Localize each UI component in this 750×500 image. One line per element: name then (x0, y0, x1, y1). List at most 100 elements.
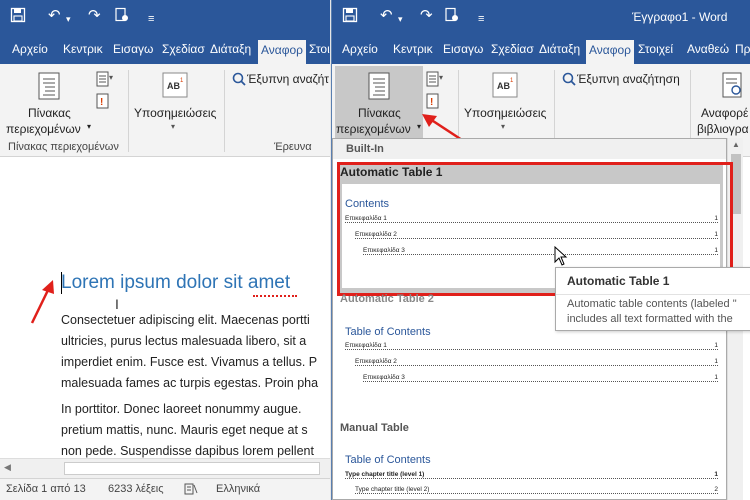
tab-references[interactable]: Αναφορ (258, 40, 307, 64)
redo-icon[interactable]: ↷ (420, 7, 433, 25)
preview-heading: Table of Contents (345, 326, 431, 338)
word-count[interactable]: 6233 λέξεις (108, 483, 164, 495)
tooltip: Automatic Table 1 Automatic table conten… (555, 267, 750, 331)
preview-row: Type chapter title (level 2) 2 (355, 486, 718, 494)
footnote-icon-text: AB (167, 81, 180, 91)
undo-icon[interactable]: ↶ (380, 7, 393, 25)
add-text-icon[interactable]: ▾ (426, 70, 446, 93)
tab-mailings[interactable]: Στοιχεί (638, 42, 673, 56)
touch-mode-icon[interactable] (114, 7, 130, 28)
tab-design[interactable]: Σχεδίασ (162, 42, 205, 56)
manual-table-title[interactable]: Manual Table (340, 422, 409, 434)
tab-file[interactable]: Αρχείο (342, 42, 378, 56)
paragraph-line: malesuada fames ac turpis egestas. Proin… (61, 376, 319, 390)
ribbon-separator (224, 70, 225, 152)
smart-lookup-label[interactable]: Έξυπνη αναζήτ (247, 72, 329, 86)
spelling-squiggle (253, 294, 297, 297)
scroll-left-icon[interactable]: ◀ (4, 462, 11, 473)
smart-lookup-label[interactable]: Έξυπνη αναζήτηση (577, 72, 680, 86)
word-window-right: ↶ ▾ ↷ ≡ Έγγραφο1 - Word Αρχείο Κεντρικ Ε… (331, 0, 750, 500)
insert-footnote-icon[interactable]: AB 1 (162, 72, 188, 103)
svg-text:▾: ▾ (109, 73, 113, 82)
tab-file[interactable]: Αρχείο (12, 42, 48, 56)
toc-button-label-line1[interactable]: Πίνακας (28, 106, 71, 120)
tab-home[interactable]: Κεντρικ (393, 42, 433, 56)
smart-lookup-icon[interactable] (562, 72, 576, 91)
automatic-table-2-title[interactable]: Automatic Table 2 (340, 293, 434, 305)
preview-row: Type chapter title (level 1) 1 (345, 471, 718, 479)
paragraph-line: Consectetuer adipiscing elit. Maecenas p… (61, 313, 310, 327)
horizontal-scrollbar[interactable]: ◀ (0, 458, 330, 478)
toc-button-label-line1[interactable]: Πίνακας (358, 106, 401, 120)
toc-button-label-line2[interactable]: περιεχομένων (6, 122, 81, 136)
update-table-icon[interactable]: ! (96, 92, 112, 115)
tooltip-divider (556, 294, 750, 295)
svg-text:!: ! (430, 97, 433, 108)
table-of-contents-icon[interactable] (38, 72, 60, 105)
save-icon[interactable] (342, 7, 358, 28)
status-bar: Σελίδα 1 από 13 6233 λέξεις Ελληνικά (0, 478, 330, 500)
footnotes-label[interactable]: Υποσημειώσεις (134, 106, 216, 120)
save-icon[interactable] (10, 7, 26, 28)
tab-design[interactable]: Σχεδίασ (491, 42, 534, 56)
scrollbar-thumb[interactable] (64, 462, 320, 475)
tab-home[interactable]: Κεντρικ (63, 42, 103, 56)
tab-insert[interactable]: Εισαγω (113, 42, 153, 56)
touch-mode-icon[interactable] (444, 7, 460, 28)
quick-access-toolbar: ↶ ▾ ↷ ≡ (0, 0, 330, 36)
chevron-down-icon[interactable]: ▾ (171, 122, 175, 131)
tab-insert[interactable]: Εισαγω (443, 42, 483, 56)
customize-toolbar-icon[interactable]: ≡ (478, 10, 484, 28)
tooltip-line: Automatic table contents (labeled " (567, 298, 737, 310)
tab-mailings[interactable]: Στοιχε (309, 42, 330, 56)
footnotes-label[interactable]: Υποσημειώσεις (464, 106, 546, 120)
text-cursor (61, 272, 62, 294)
insert-citation-icon[interactable] (722, 72, 744, 103)
table-of-contents-icon[interactable] (368, 72, 390, 105)
preview-row: Επικεφαλίδα 31 (363, 374, 718, 382)
tab-layout[interactable]: Διάταξη (539, 42, 580, 56)
svg-text:!: ! (100, 97, 103, 108)
page-count[interactable]: Σελίδα 1 από 13 (6, 483, 86, 495)
toc-group-label: Πίνακας περιεχομένων (8, 141, 119, 153)
paragraph-line: ultricies, purus lectus malesuada libero… (61, 334, 307, 348)
gallery-section-header (333, 139, 726, 159)
tab-references[interactable]: Αναφορ (586, 40, 635, 64)
word-window-left: ↶ ▾ ↷ ≡ Αρχείο Κεντρικ Εισαγω Σχεδίασ Δι… (0, 0, 330, 500)
research-group-label: Έρευνα (274, 141, 312, 153)
quick-access-toolbar: ↶ ▾ ↷ ≡ Έγγραφο1 - Word (332, 0, 750, 36)
redo-icon[interactable]: ↷ (88, 7, 101, 25)
ribbon: Πίνακας περιεχομένων ▾ ▾ ! Πίνακας περιε… (0, 64, 330, 157)
chevron-down-icon[interactable]: ▾ (87, 122, 91, 131)
document-page[interactable]: Lorem ipsum dolor sit amet I Consectetue… (0, 158, 330, 458)
preview-row: Επικεφαλίδα 11 (345, 342, 718, 350)
scroll-up-icon[interactable]: ▲ (732, 140, 740, 149)
undo-dropdown-icon[interactable]: ▾ (66, 10, 71, 28)
preview-heading: Table of Contents (345, 454, 431, 466)
ribbon-tabs: Αρχείο Κεντρικ Εισαγω Σχεδίασ Διάταξη Αν… (0, 36, 330, 64)
paragraph-line: pretium mattis, nunc. Mauris eget neque … (61, 423, 308, 437)
undo-dropdown-icon[interactable]: ▾ (398, 10, 403, 28)
mouse-pointer-icon (554, 246, 568, 266)
undo-icon[interactable]: ↶ (48, 7, 61, 25)
citations-label-line2[interactable]: βιβλιογρα (697, 122, 749, 136)
tab-layout[interactable]: Διάταξη (210, 42, 251, 56)
insert-footnote-icon[interactable]: AB 1 (492, 72, 518, 103)
toc-button-label-line2[interactable]: περιεχομένων (336, 122, 411, 136)
paragraph-line: In porttitor. Donec laoreet nonummy augu… (61, 402, 302, 416)
language-label[interactable]: Ελληνικά (216, 483, 260, 495)
add-text-icon[interactable]: ▾ (96, 70, 116, 93)
svg-text:▾: ▾ (439, 73, 443, 82)
ribbon-separator (128, 70, 129, 152)
preview-row: Επικεφαλίδα 21 (355, 358, 718, 366)
document-heading[interactable]: Lorem ipsum dolor sit amet (61, 272, 290, 294)
smart-lookup-icon[interactable] (232, 72, 246, 91)
customize-toolbar-icon[interactable]: ≡ (148, 10, 154, 28)
tooltip-title: Automatic Table 1 (567, 274, 670, 288)
chevron-down-icon[interactable]: ▾ (501, 122, 505, 131)
tab-view[interactable]: Πρ (735, 42, 750, 56)
tab-review[interactable]: Αναθεώ (687, 42, 729, 56)
ribbon-tabs: Αρχείο Κεντρικ Εισαγω Σχεδίασ Διάταξη Αν… (332, 36, 750, 64)
citations-label-line1[interactable]: Αναφορέ (701, 106, 748, 120)
proofing-icon[interactable] (184, 483, 198, 498)
